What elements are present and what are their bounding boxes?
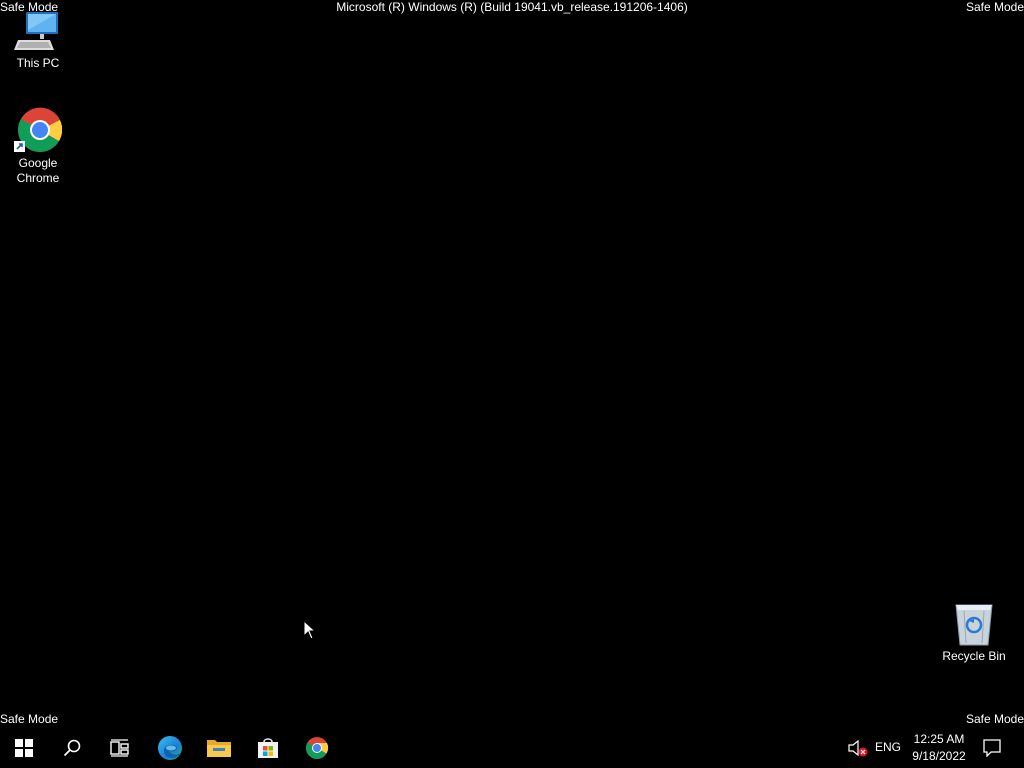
task-view-icon (110, 739, 129, 757)
chrome-icon (14, 107, 62, 152)
task-view-button[interactable] (96, 728, 144, 768)
mouse-cursor-icon (303, 620, 317, 640)
clock-time: 12:25 AM (913, 732, 965, 746)
this-pc-icon (14, 12, 58, 50)
desktop-icon-label-line1: Google (18, 156, 58, 170)
clock[interactable]: 12:25 AM 9/18/2022 (906, 731, 972, 765)
volume-muted-icon (848, 739, 868, 757)
desktop-icon-recycle-bin[interactable]: Recycle Bin (936, 601, 1012, 664)
safe-mode-label-bottom-left: Safe Mode (0, 712, 59, 726)
store-taskbar-button[interactable] (244, 728, 292, 768)
file-explorer-icon (207, 740, 231, 757)
desktop-icon-label-line2: Chrome (16, 171, 60, 185)
start-button[interactable] (0, 728, 48, 768)
clock-date: 9/18/2022 (912, 749, 966, 763)
windows-start-icon (15, 739, 33, 757)
volume-button[interactable] (846, 738, 870, 758)
chrome-taskbar-button[interactable] (293, 728, 341, 768)
desktop-icon-google-chrome[interactable]: Google Chrome (0, 106, 76, 186)
taskbar: ENG 12:25 AM 9/18/2022 (0, 728, 1024, 768)
safe-mode-label-bottom-right: Safe Mode (965, 712, 1024, 726)
chrome-icon (306, 737, 329, 759)
file-explorer-taskbar-button[interactable] (195, 728, 243, 768)
desktop-icon-label: Recycle Bin (942, 649, 1006, 663)
desktop-icon-this-pc[interactable]: This PC (0, 10, 76, 71)
edge-icon (158, 736, 182, 760)
action-center-button[interactable] (975, 728, 1009, 768)
search-button[interactable] (48, 728, 96, 768)
desktop-icon-label: This PC (16, 56, 60, 70)
build-watermark: Microsoft (R) Windows (R) (Build 19041.v… (336, 0, 688, 14)
store-icon (258, 738, 278, 758)
search-icon (63, 739, 81, 757)
edge-taskbar-button[interactable] (146, 728, 194, 768)
action-center-icon (983, 739, 1001, 757)
recycle-bin-icon (955, 604, 993, 646)
language-indicator[interactable]: ENG (874, 740, 902, 755)
